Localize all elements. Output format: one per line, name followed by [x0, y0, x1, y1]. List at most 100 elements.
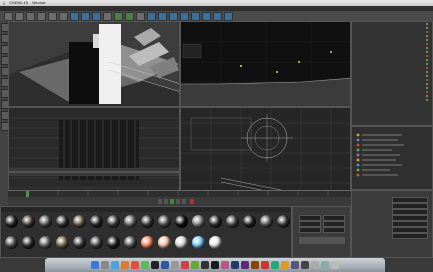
viewport-top[interactable]	[180, 21, 351, 107]
subdivision-icon[interactable]	[169, 11, 178, 21]
material-swatch[interactable]	[90, 236, 103, 249]
material-swatch[interactable]	[192, 236, 205, 249]
downloads-icon[interactable]	[321, 261, 329, 269]
material-swatch[interactable]	[141, 215, 154, 228]
render-picture-viewer-icon[interactable]	[125, 11, 134, 21]
render-settings-icon[interactable]	[136, 11, 145, 21]
material-swatch[interactable]	[107, 236, 120, 249]
material-swatch[interactable]	[73, 215, 86, 228]
app-icon[interactable]	[151, 261, 159, 269]
material-swatch[interactable]	[107, 215, 120, 228]
material-swatch[interactable]	[243, 215, 256, 228]
material-swatch[interactable]	[209, 236, 222, 249]
finder-icon[interactable]	[91, 261, 99, 269]
launchpad-icon[interactable]	[101, 261, 109, 269]
material-swatch[interactable]	[209, 215, 222, 228]
material-swatch[interactable]	[226, 215, 239, 228]
material-swatch[interactable]	[260, 215, 273, 228]
material-swatch[interactable]	[22, 215, 35, 228]
object-row[interactable]	[352, 98, 432, 102]
deformer-icon[interactable]	[191, 11, 200, 21]
app-icon[interactable]	[121, 261, 129, 269]
mac-dock	[45, 258, 385, 272]
light-icon[interactable]	[224, 11, 233, 21]
material-swatch[interactable]	[158, 215, 171, 228]
position-z-field[interactable]	[299, 227, 321, 233]
floor-icon[interactable]	[202, 11, 211, 21]
menu-window[interactable]: Window	[32, 1, 45, 5]
app-icon[interactable]	[131, 261, 139, 269]
material-swatch[interactable]	[141, 236, 154, 249]
material-swatch[interactable]	[5, 215, 18, 228]
render-view-icon[interactable]	[114, 11, 123, 21]
live-select-icon[interactable]	[26, 11, 35, 21]
app-icon[interactable]	[171, 261, 179, 269]
app-icon[interactable]	[281, 261, 289, 269]
material-swatch[interactable]	[56, 236, 69, 249]
app-icon[interactable]	[141, 261, 149, 269]
coordinate-manager[interactable]	[292, 206, 351, 258]
app-icon[interactable]	[261, 261, 269, 269]
material-swatch[interactable]	[73, 236, 86, 249]
cinema4d-icon[interactable]	[211, 261, 219, 269]
trash-icon[interactable]	[331, 261, 339, 269]
timeline-ruler	[8, 191, 351, 204]
material-swatch[interactable]	[277, 215, 290, 228]
move-icon[interactable]	[37, 11, 46, 21]
undo-icon[interactable]	[4, 11, 13, 21]
redo-icon[interactable]	[15, 11, 24, 21]
apple-icon[interactable]: 	[3, 1, 5, 5]
array-icon[interactable]	[180, 11, 189, 21]
material-manager[interactable]	[0, 206, 292, 258]
timeline[interactable]	[8, 190, 351, 206]
camera-icon[interactable]	[213, 11, 222, 21]
perspective-scene	[9, 22, 179, 106]
y-axis-icon[interactable]	[81, 11, 90, 21]
app-icon[interactable]	[161, 261, 169, 269]
material-swatch[interactable]	[124, 215, 137, 228]
material-swatch[interactable]	[192, 215, 205, 228]
attribute-manager[interactable]	[351, 190, 433, 258]
photoshop-icon[interactable]	[231, 261, 239, 269]
cube-icon[interactable]	[147, 11, 156, 21]
material-swatch[interactable]	[175, 215, 188, 228]
app-icon[interactable]	[221, 261, 229, 269]
z-axis-icon[interactable]	[92, 11, 101, 21]
attribute-field[interactable]	[392, 233, 428, 239]
safari-icon[interactable]	[111, 261, 119, 269]
coord-system-icon[interactable]	[103, 11, 112, 21]
menu-app-name[interactable]: CINEMA 4D	[9, 1, 28, 5]
x-axis-icon[interactable]	[70, 11, 79, 21]
scale-icon[interactable]	[48, 11, 57, 21]
size-z-field[interactable]	[323, 227, 345, 233]
material-swatch[interactable]	[158, 236, 171, 249]
viewport-perspective[interactable]	[8, 21, 180, 107]
illustrator-icon[interactable]	[251, 261, 259, 269]
app-icon[interactable]	[291, 261, 299, 269]
layer-list	[356, 133, 404, 177]
material-swatch[interactable]	[175, 236, 188, 249]
pen-icon[interactable]	[158, 11, 167, 21]
app-icon[interactable]	[311, 261, 319, 269]
app-icon[interactable]	[201, 261, 209, 269]
material-swatch[interactable]	[22, 236, 35, 249]
app-icon[interactable]	[301, 261, 309, 269]
app-icon[interactable]	[191, 261, 199, 269]
material-swatch[interactable]	[39, 236, 52, 249]
left-mode-toolbar	[0, 21, 9, 206]
main-toolbar	[0, 11, 433, 21]
rotate-icon[interactable]	[59, 11, 68, 21]
after-effects-icon[interactable]	[241, 261, 249, 269]
material-swatch[interactable]	[90, 215, 103, 228]
material-menu[interactable]	[1, 207, 291, 212]
material-swatch[interactable]	[39, 215, 52, 228]
material-swatch[interactable]	[56, 215, 69, 228]
apply-button[interactable]	[299, 237, 345, 244]
material-swatch[interactable]	[5, 236, 18, 249]
material-swatch[interactable]	[124, 236, 137, 249]
app-icon[interactable]	[181, 261, 189, 269]
object-manager[interactable]	[351, 21, 433, 126]
top-view-scene	[181, 22, 350, 106]
layer-manager[interactable]	[351, 126, 433, 190]
app-icon[interactable]	[271, 261, 279, 269]
